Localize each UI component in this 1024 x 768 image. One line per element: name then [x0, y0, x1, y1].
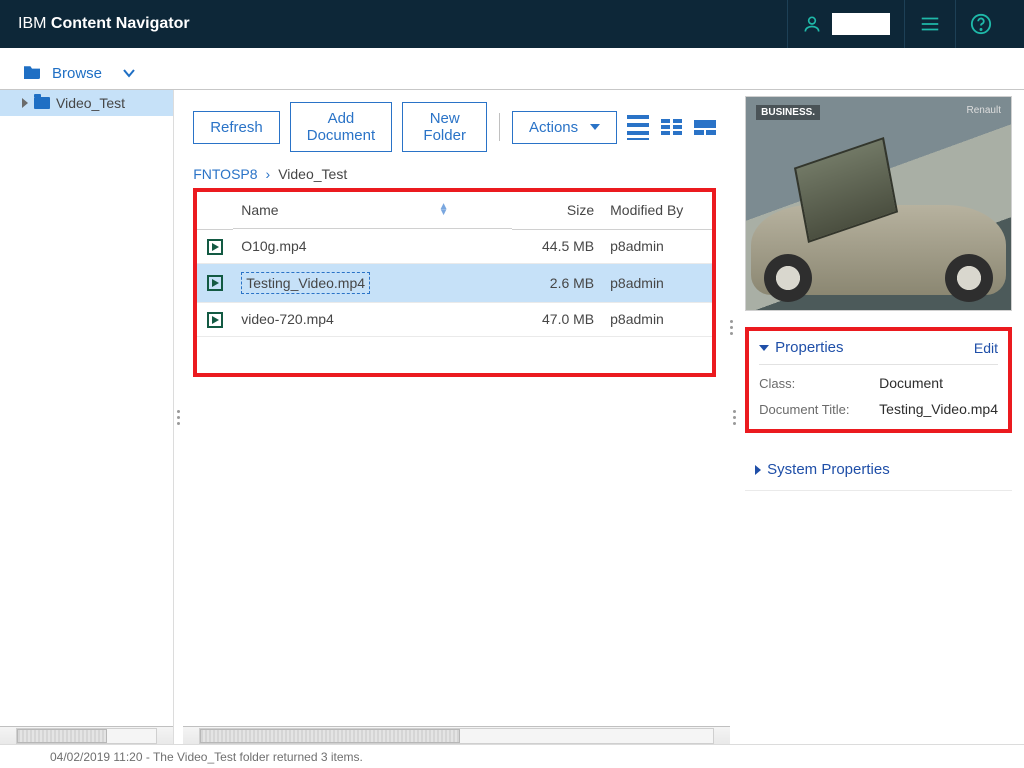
properties-title: Properties — [775, 339, 843, 356]
browse-tab[interactable]: Browse — [18, 57, 140, 89]
horizontal-splitter[interactable] — [727, 320, 735, 335]
folder-tree[interactable]: Video_Test — [0, 90, 173, 726]
main-row: Video_Test Refresh Add Document New Fold… — [0, 90, 1024, 744]
status-text: 04/02/2019 11:20 - The Video_Test folder… — [50, 750, 363, 764]
file-size: 47.0 MB — [512, 302, 602, 336]
table-row[interactable]: Testing_Video.mp4 2.6 MBp8admin — [197, 263, 712, 302]
property-row-class: Class: Document — [759, 365, 998, 391]
hamburger-icon — [919, 13, 941, 35]
preview-badge-left: BUSINESS. — [756, 105, 820, 120]
help-button[interactable] — [956, 0, 1006, 48]
magazine-view-toggle[interactable] — [661, 119, 682, 135]
vertical-splitter-right[interactable] — [730, 90, 739, 744]
video-icon — [207, 312, 223, 328]
status-bar: 04/02/2019 11:20 - The Video_Test folder… — [0, 744, 1024, 768]
breadcrumb-current: Video_Test — [278, 166, 347, 182]
system-properties-title: System Properties — [767, 461, 890, 478]
view-toggle-group — [627, 115, 716, 140]
user-icon — [802, 14, 822, 34]
sort-icon: ▲▼ — [439, 204, 449, 216]
video-icon — [207, 239, 223, 255]
browse-label: Browse — [52, 65, 102, 82]
breadcrumb-root[interactable]: FNTOSP8 — [193, 166, 257, 182]
tree-item-label: Video_Test — [56, 95, 125, 111]
property-key: Class: — [759, 376, 879, 391]
file-name: video-720.mp4 — [241, 311, 334, 327]
chevron-down-icon — [122, 65, 136, 82]
user-name — [832, 13, 890, 35]
details-view-toggle[interactable] — [627, 115, 649, 140]
actions-label: Actions — [529, 119, 578, 136]
sidebar: Video_Test — [0, 90, 174, 744]
file-modified-by: p8admin — [602, 263, 712, 302]
folder-icon — [34, 97, 50, 109]
sidebar-scrollbar[interactable] — [0, 726, 173, 744]
expand-caret-icon[interactable] — [22, 98, 28, 108]
brand-prefix: IBM — [18, 15, 51, 32]
filmstrip-view-toggle[interactable] — [694, 120, 716, 135]
tree-item-video-test[interactable]: Video_Test — [0, 90, 173, 116]
column-name-label: Name — [241, 202, 278, 218]
vertical-splitter[interactable] — [174, 90, 183, 744]
file-size: 44.5 MB — [512, 229, 602, 263]
property-row-title: Document Title: Testing_Video.mp4 — [759, 391, 998, 417]
refresh-button[interactable]: Refresh — [193, 111, 280, 144]
properties-highlight: Properties Edit Class: Document Document… — [745, 327, 1012, 433]
chevron-down-icon — [590, 124, 600, 130]
file-table-highlight: Name ▲▼ Size Modified By O10g.mp4 44.5 MB… — [193, 188, 716, 377]
file-name: O10g.mp4 — [241, 238, 306, 254]
property-key: Document Title: — [759, 402, 879, 417]
chevron-right-icon: › — [266, 166, 271, 182]
column-name[interactable]: Name ▲▼ — [233, 192, 512, 229]
divider — [499, 113, 500, 141]
property-value: Document — [879, 375, 943, 391]
browse-icon — [22, 63, 42, 83]
properties-panel: BUSINESS. Renault Properties Edit Class:… — [739, 90, 1024, 744]
breadcrumb: FNTOSP8 › Video_Test — [193, 166, 716, 182]
document-preview[interactable]: BUSINESS. Renault — [745, 96, 1012, 311]
file-size: 2.6 MB — [512, 263, 602, 302]
column-size[interactable]: Size — [512, 192, 602, 229]
file-modified-by: p8admin — [602, 302, 712, 336]
preview-badge-right: Renault — [967, 105, 1001, 116]
subnav: Browse — [0, 48, 1024, 90]
file-table: Name ▲▼ Size Modified By O10g.mp4 44.5 MB… — [197, 192, 712, 337]
help-icon — [970, 13, 992, 35]
table-row[interactable]: video-720.mp4 47.0 MBp8admin — [197, 302, 712, 336]
actions-dropdown[interactable]: Actions — [512, 111, 617, 144]
menu-button[interactable] — [905, 0, 955, 48]
content-scrollbar[interactable] — [183, 726, 730, 744]
system-properties-header[interactable]: System Properties — [745, 449, 1012, 491]
caret-right-icon — [755, 465, 761, 475]
top-bar: IBM Content Navigator — [0, 0, 1024, 48]
file-modified-by: p8admin — [602, 229, 712, 263]
column-modified-by[interactable]: Modified By — [602, 192, 712, 229]
properties-header[interactable]: Properties Edit — [759, 339, 998, 364]
video-icon — [207, 275, 223, 291]
content-area: Refresh Add Document New Folder Actions … — [183, 90, 730, 744]
property-value: Testing_Video.mp4 — [879, 401, 998, 417]
properties-edit-link[interactable]: Edit — [974, 340, 998, 356]
caret-down-icon — [759, 345, 769, 351]
add-document-button[interactable]: Add Document — [290, 102, 392, 152]
toolbar: Refresh Add Document New Folder Actions — [193, 102, 716, 152]
user-segment[interactable] — [788, 0, 904, 48]
new-folder-button[interactable]: New Folder — [402, 102, 487, 152]
table-row[interactable]: O10g.mp4 44.5 MBp8admin — [197, 229, 712, 263]
file-name: Testing_Video.mp4 — [241, 272, 370, 294]
brand-bold: Content Navigator — [51, 15, 190, 32]
brand: IBM Content Navigator — [18, 15, 190, 33]
